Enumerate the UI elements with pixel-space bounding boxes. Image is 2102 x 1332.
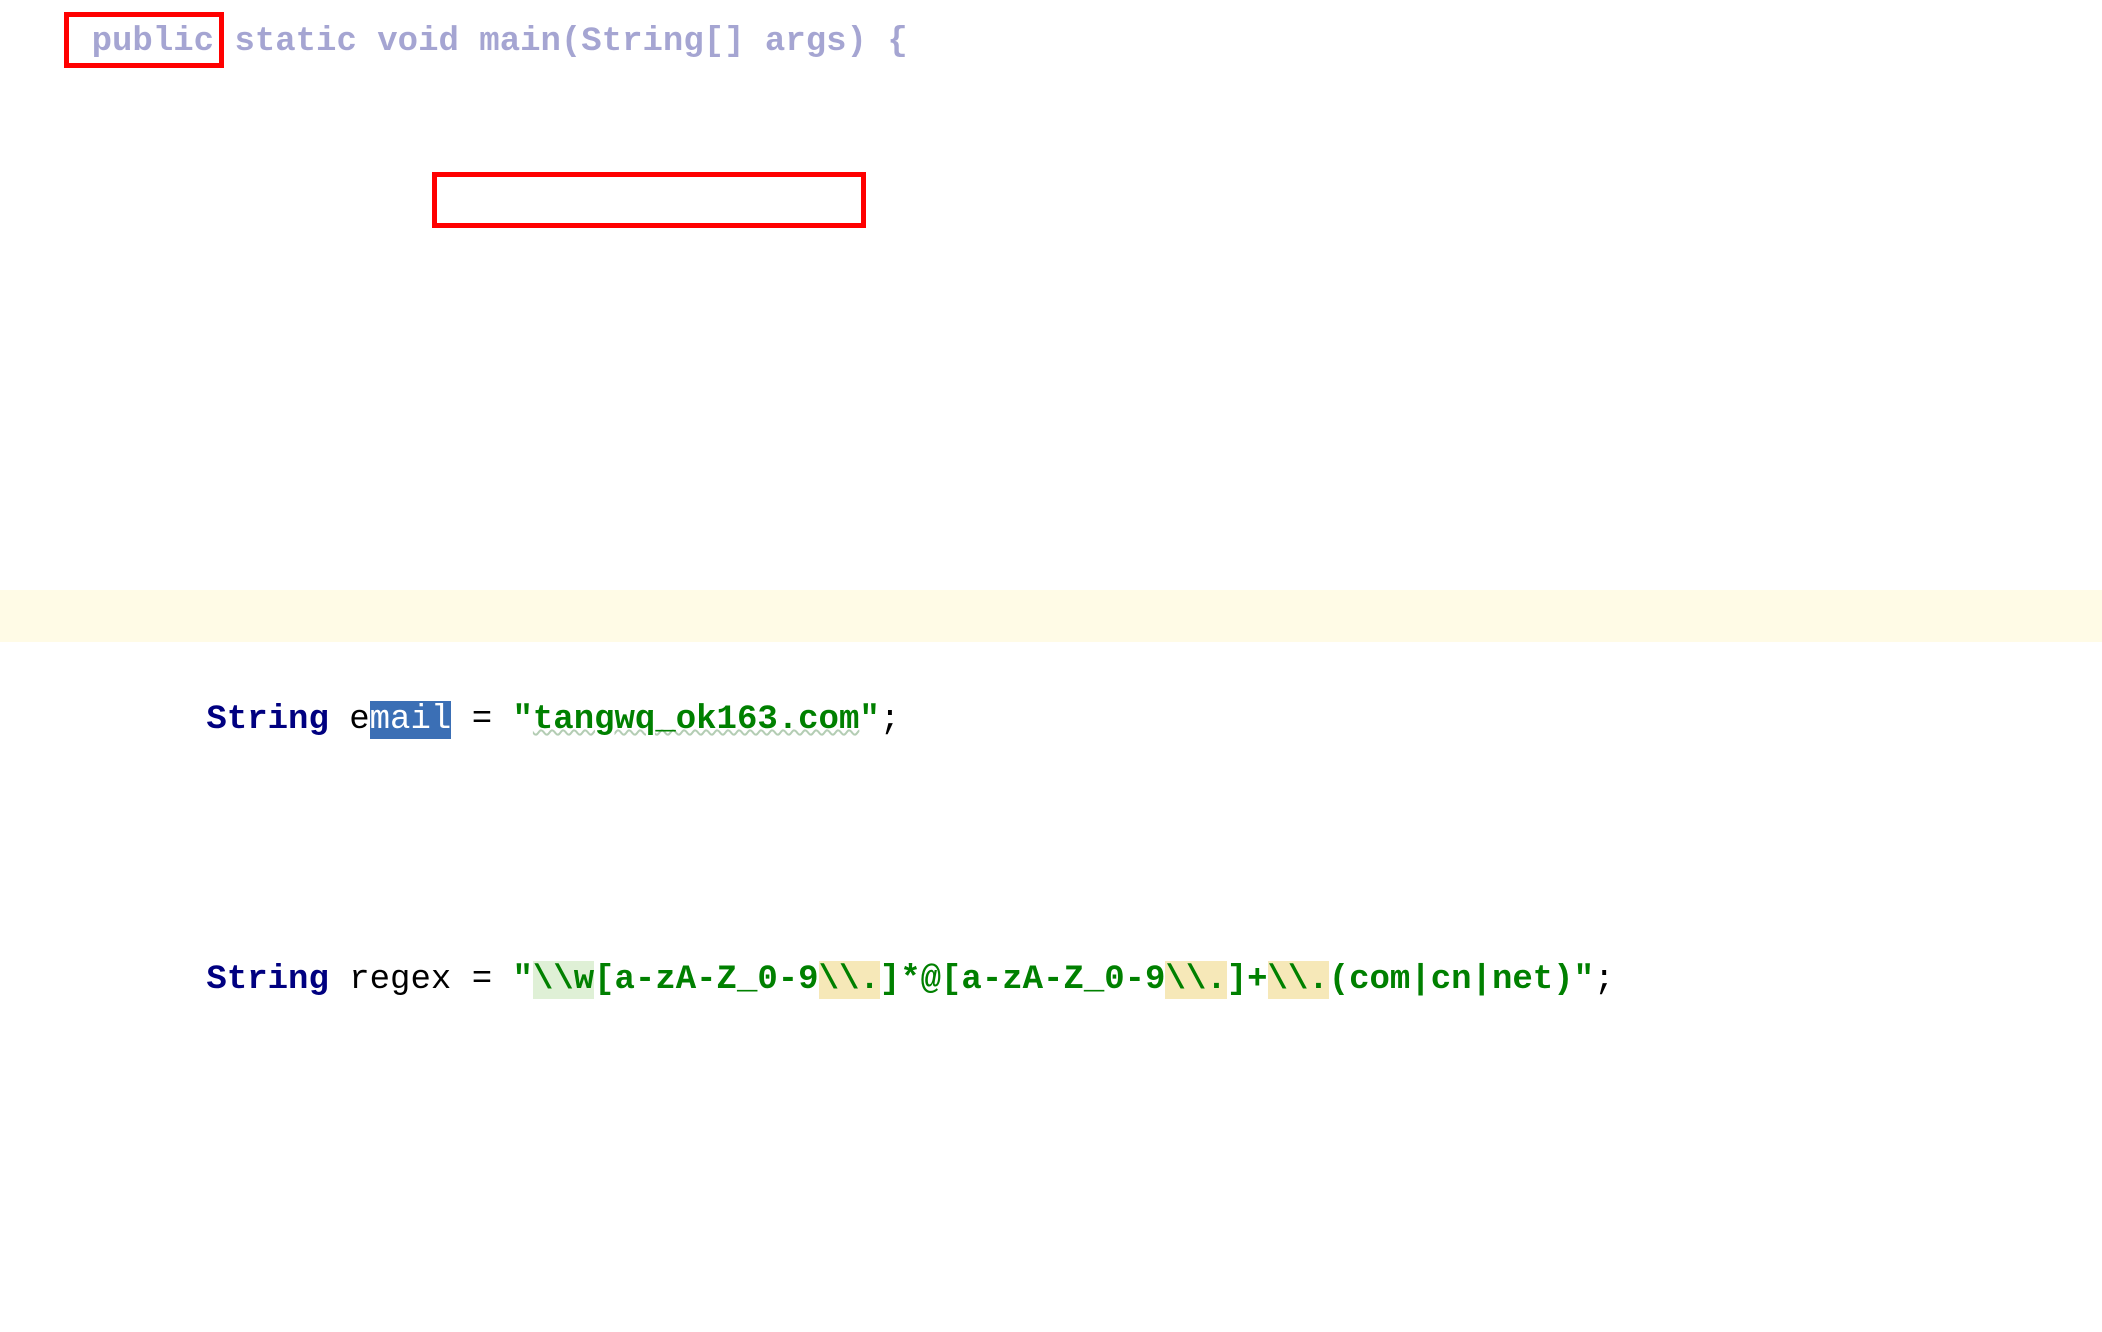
code-line-2: String regex = "\\w[a-zA-Z_0-9\\.]*@[a-z… — [84, 850, 2102, 902]
code-line-0: public static void main(String[] args) { — [10, 0, 908, 16]
variable-email: e — [349, 701, 369, 739]
annotation-box-2 — [432, 172, 866, 228]
selection-email: mail — [370, 701, 452, 739]
code-editor[interactable]: public static void main(String[] args) {… — [0, 0, 2102, 1332]
keyword-string: String — [206, 961, 328, 999]
keyword-string: String — [206, 701, 328, 739]
code-line-1: String email = "tangwq_ok163.com"; — [0, 590, 2102, 642]
variable-regex: regex — [349, 961, 451, 999]
code-line-3 — [84, 1110, 2102, 1162]
string-literal-email: tangwq_ok163.com — [533, 701, 859, 739]
